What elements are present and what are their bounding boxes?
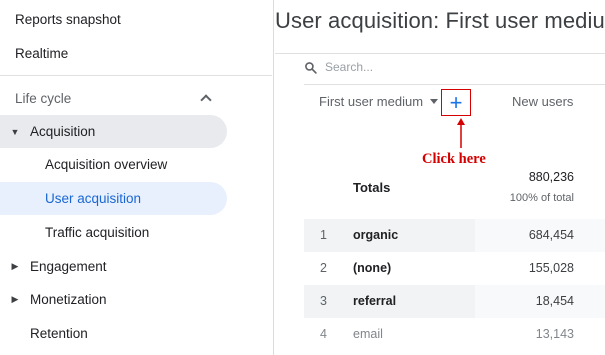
row-value: 684,454 — [528, 228, 574, 242]
dropdown-arrow-icon[interactable] — [430, 99, 439, 104]
section-label: Life cycle — [15, 90, 72, 106]
caret-down-icon: ▼ — [10, 126, 20, 137]
plus-icon: + — [449, 89, 463, 115]
table-row[interactable]: 4 email 13,143 — [304, 318, 605, 351]
sidebar-group-acquisition[interactable]: ▼ Acquisition — [0, 115, 227, 148]
sidebar-group-engagement[interactable]: ▶ Engagement — [0, 250, 107, 283]
sidebar-item-reports-snapshot[interactable]: Reports snapshot — [15, 8, 121, 30]
sidebar-group-monetization[interactable]: ▶ Monetization — [0, 283, 107, 316]
group-label: Acquisition — [30, 124, 96, 139]
table-row[interactable]: 2 (none) 155,028 — [304, 252, 605, 285]
metric-column-header[interactable]: New users — [512, 94, 573, 109]
sidebar-item-acquisition-overview[interactable]: Acquisition overview — [0, 148, 227, 181]
chevron-up-icon[interactable] — [200, 92, 212, 104]
group-label: Monetization — [30, 292, 107, 307]
search-icon — [305, 61, 317, 74]
sidebar-item-traffic-acquisition[interactable]: Traffic acquisition — [0, 216, 227, 249]
sidebar-divider — [0, 75, 272, 76]
row-index: 4 — [320, 327, 327, 341]
row-index: 3 — [320, 294, 327, 308]
sidebar-item-user-acquisition[interactable]: User acquisition — [0, 182, 227, 215]
sidebar: Reports snapshot Realtime Life cycle ▼ A… — [0, 0, 274, 355]
dimension-column-label: First user medium — [319, 94, 424, 109]
group-label: Retention — [30, 326, 88, 341]
row-dimension: email — [353, 327, 383, 341]
add-dimension-button[interactable]: + — [441, 89, 471, 116]
totals-value: 880,236 — [528, 170, 574, 184]
row-value: 13,143 — [535, 327, 574, 341]
row-value: 155,028 — [528, 261, 574, 275]
caret-right-icon: ▶ — [11, 261, 19, 271]
sidebar-item-retention[interactable]: Retention — [0, 317, 88, 350]
row-dimension: referral — [353, 294, 397, 308]
annotation-arrow-icon — [457, 118, 465, 148]
totals-percent: 100% of total — [509, 192, 574, 204]
annotation-text: Click here — [422, 151, 486, 167]
dimension-column-header[interactable]: First user medium — [319, 94, 439, 109]
search-divider — [304, 84, 605, 85]
table-row[interactable]: 1 organic 684,454 — [304, 219, 605, 252]
section-life-cycle[interactable]: Life cycle — [0, 82, 226, 114]
group-label: Engagement — [30, 259, 107, 274]
sidebar-item-realtime[interactable]: Realtime — [15, 42, 68, 64]
search-input[interactable]: Search... — [304, 60, 373, 74]
title-divider — [275, 53, 605, 54]
page-title: User acquisition: First user medium — [275, 8, 605, 33]
table-row[interactable]: 3 referral 18,454 — [304, 285, 605, 318]
row-dimension: organic — [353, 228, 399, 242]
row-dimension: (none) — [353, 261, 392, 275]
row-value: 18,454 — [535, 294, 574, 308]
search-placeholder: Search... — [325, 60, 374, 74]
totals-label: Totals — [353, 180, 391, 195]
row-index: 2 — [320, 261, 327, 275]
row-index: 1 — [320, 228, 327, 242]
caret-right-icon: ▶ — [11, 294, 19, 304]
